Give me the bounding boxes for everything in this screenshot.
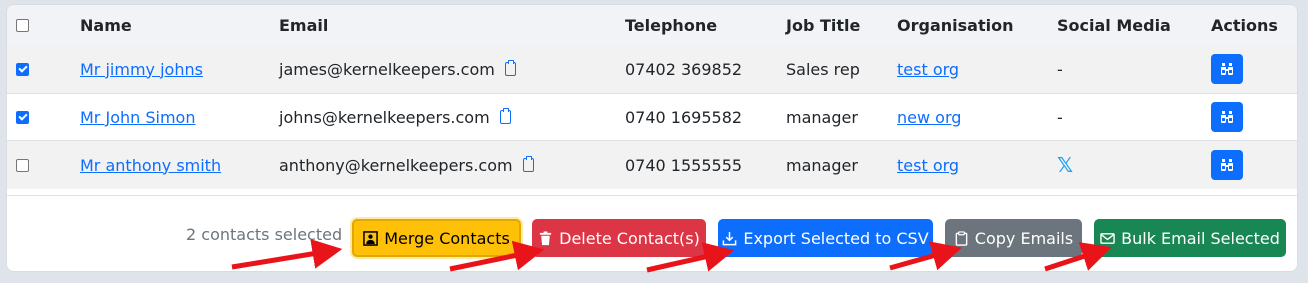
organisation-link[interactable]: new org [897, 108, 961, 127]
contact-email: james@kernelkeepers.com [279, 59, 495, 79]
select-all-checkbox-cell [16, 5, 29, 45]
bulk-email-button[interactable]: Bulk Email Selected [1094, 219, 1286, 257]
header-name[interactable]: Name [80, 5, 132, 45]
merge-contacts-button[interactable]: Merge Contacts [352, 219, 521, 257]
header-email[interactable]: Email [279, 5, 328, 45]
select-all-checkbox[interactable] [16, 18, 29, 32]
contact-telephone: 0740 1695582 [625, 107, 743, 127]
clipboard-icon[interactable] [504, 60, 516, 76]
row-checkbox[interactable] [16, 62, 29, 76]
x-logo-icon[interactable]: 𝕏 [1057, 153, 1073, 177]
export-csv-label: Export Selected to CSV [743, 228, 929, 248]
header-organisation[interactable]: Organisation [897, 5, 1013, 45]
view-contact-button[interactable] [1211, 54, 1243, 84]
download-icon [722, 231, 737, 245]
contact-job-title: manager [786, 155, 858, 175]
row-checkbox[interactable] [16, 110, 29, 124]
clipboard-icon[interactable] [522, 156, 534, 172]
binoculars-icon [1221, 159, 1233, 171]
clipboard-icon [955, 230, 968, 246]
copy-emails-label: Copy Emails [974, 228, 1074, 248]
binoculars-icon [1221, 111, 1233, 123]
header-social-media: Social Media [1057, 15, 1171, 35]
trash-icon [540, 230, 552, 245]
contact-email: johns@kernelkeepers.com [279, 107, 490, 127]
bulk-email-label: Bulk Email Selected [1121, 228, 1280, 248]
organisation-link[interactable]: test org [897, 60, 959, 79]
view-contact-button[interactable] [1211, 150, 1243, 180]
organisation-link[interactable]: test org [897, 156, 959, 175]
view-contact-button[interactable] [1211, 102, 1243, 132]
header-telephone[interactable]: Telephone [625, 5, 717, 45]
envelope-icon [1100, 232, 1115, 244]
contact-job-title: manager [786, 107, 858, 127]
table-row: Mr jimmy johns james@kernelkeepers.com 0… [7, 45, 1297, 93]
contact-email: anthony@kernelkeepers.com [279, 155, 513, 175]
person-merge-icon [363, 230, 378, 246]
clipboard-icon[interactable] [499, 108, 511, 124]
copy-emails-button[interactable]: Copy Emails [945, 219, 1082, 257]
header-actions: Actions [1211, 15, 1278, 35]
contact-telephone: 07402 369852 [625, 59, 743, 79]
table-row: Mr anthony smith anthony@kernelkeepers.c… [7, 141, 1297, 189]
table-header: Name Email Telephone Job Title Organisat… [7, 5, 1297, 45]
delete-contacts-button[interactable]: Delete Contact(s) [532, 219, 706, 257]
binoculars-icon [1221, 63, 1233, 75]
contact-telephone: 0740 1555555 [625, 155, 743, 175]
export-csv-button[interactable]: Export Selected to CSV [718, 219, 933, 257]
merge-contacts-label: Merge Contacts [384, 228, 510, 248]
social-media-value: - [1057, 107, 1063, 127]
contact-name-link[interactable]: Mr anthony smith [80, 156, 221, 175]
contact-name-link[interactable]: Mr jimmy johns [80, 60, 203, 79]
social-media-value: - [1057, 59, 1063, 79]
selected-count-text: 2 contacts selected [186, 224, 343, 244]
row-checkbox[interactable] [16, 158, 29, 172]
contact-job-title: Sales rep [786, 59, 860, 79]
contact-name-link[interactable]: Mr John Simon [80, 108, 195, 127]
header-job-title[interactable]: Job Title [786, 5, 860, 45]
delete-contacts-label: Delete Contact(s) [559, 228, 700, 248]
table-row: Mr John Simon johns@kernelkeepers.com 07… [7, 93, 1297, 141]
